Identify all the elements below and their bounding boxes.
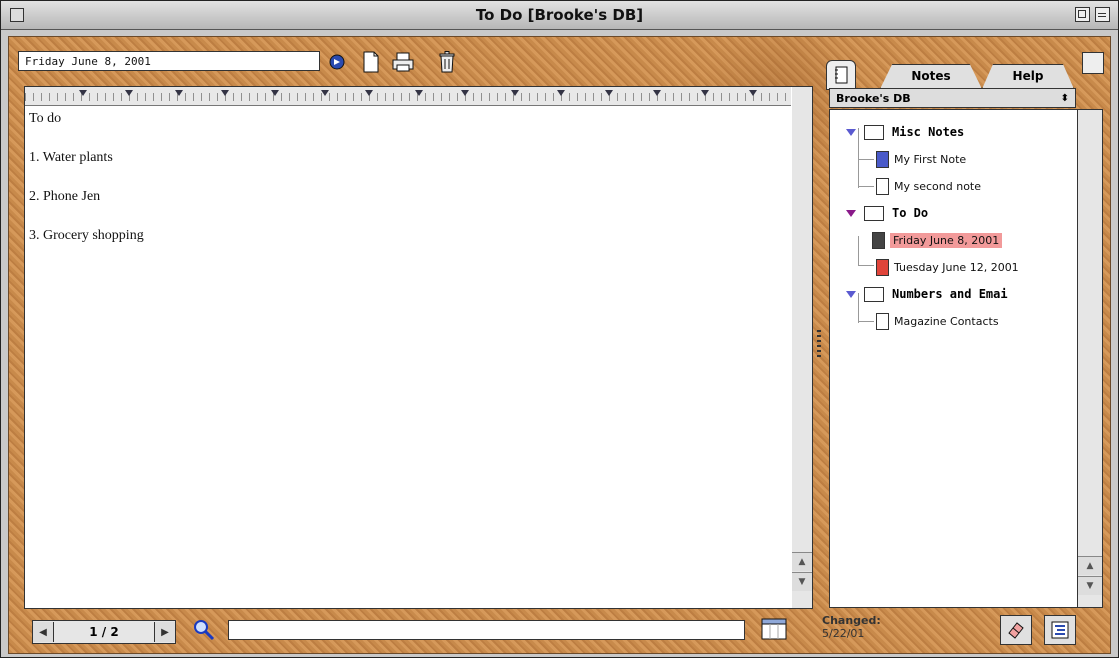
database-selector[interactable]: Brooke's DB ⬍ — [829, 88, 1076, 108]
disclosure-triangle-icon[interactable] — [846, 290, 856, 298]
scroll-up-arrow-icon[interactable]: ▲ — [1078, 556, 1102, 575]
folder-icon — [864, 286, 884, 302]
ruler-tab-stop[interactable] — [749, 90, 757, 96]
ruler-tab-stop[interactable] — [321, 90, 329, 96]
tree-folder[interactable]: Numbers and Emai — [846, 285, 1008, 303]
page-navigator: ◀ 1 / 2 ▶ — [32, 620, 176, 644]
changed-date: 5/22/01 — [822, 627, 865, 640]
tree-line — [858, 159, 874, 160]
zoom-box[interactable] — [1075, 7, 1090, 22]
ruler-tab-stop[interactable] — [557, 90, 565, 96]
ruler-tab-stop[interactable] — [511, 90, 519, 96]
tree-note[interactable]: Magazine Contacts — [876, 312, 999, 330]
page-indicator: 1 / 2 — [89, 625, 119, 639]
sidebar-scrollbar[interactable]: ▲ ▼ — [1078, 109, 1103, 608]
note-line: 1. Water plants — [29, 150, 113, 165]
note-document-icon — [876, 150, 889, 168]
tab-help[interactable]: Help — [982, 64, 1074, 89]
search-input[interactable] — [228, 620, 745, 640]
folder-label: Numbers and Emai — [892, 287, 1008, 301]
search-icon[interactable] — [192, 618, 216, 642]
ruler-tab-stop[interactable] — [653, 90, 661, 96]
ruler-tab-stop[interactable] — [605, 90, 613, 96]
ruler-tab-stop[interactable] — [365, 90, 373, 96]
note-title-field[interactable]: Friday June 8, 2001 — [18, 51, 320, 71]
database-name: Brooke's DB — [836, 92, 911, 105]
ruler-tab-stop[interactable] — [461, 90, 469, 96]
calendar-icon[interactable] — [760, 617, 790, 641]
tree-folder[interactable]: Misc Notes — [846, 123, 964, 141]
eraser-icon — [1008, 622, 1024, 639]
ruler-indent-marker[interactable] — [79, 90, 87, 96]
note-line: 2. Phone Jen — [29, 189, 101, 204]
ruler-ticks — [25, 93, 791, 101]
note-editor[interactable]: To do 1. Water plants 2. Phone Jen 3. Gr… — [24, 86, 794, 609]
eraser-button[interactable] — [1000, 615, 1032, 645]
new-note-icon[interactable] — [360, 50, 382, 74]
tree-note[interactable]: Tuesday June 12, 2001 — [876, 258, 1019, 276]
updown-arrows-icon: ⬍ — [1060, 93, 1069, 104]
edited-note-icon — [872, 231, 885, 249]
notes-tree[interactable]: Misc Notes My First Note My second note … — [829, 109, 1078, 608]
changed-info: Changed: 5/22/01 — [822, 614, 881, 640]
scroll-down-arrow-icon[interactable]: ▼ — [1078, 576, 1102, 595]
note-document-icon — [876, 177, 889, 195]
title-bar[interactable]: To Do [Brooke's DB] — [1, 1, 1118, 30]
scroll-up-arrow-icon[interactable]: ▲ — [792, 552, 812, 571]
tree-note[interactable]: My second note — [876, 177, 981, 195]
note-text[interactable]: To do 1. Water plants 2. Phone Jen 3. Gr… — [29, 109, 789, 265]
outline-view-button[interactable] — [1044, 615, 1076, 645]
editor-scrollbar[interactable]: ▲ ▼ — [792, 86, 813, 609]
notebook-tab-icon[interactable] — [826, 60, 856, 90]
previous-page-button[interactable]: ◀ — [33, 622, 54, 642]
disclosure-triangle-icon[interactable] — [846, 209, 856, 217]
ruler[interactable] — [25, 87, 791, 106]
note-label: My First Note — [894, 152, 967, 166]
print-icon[interactable] — [392, 50, 414, 74]
ruler-tab-stop[interactable] — [415, 90, 423, 96]
folder-icon — [864, 205, 884, 221]
note-label: Tuesday June 12, 2001 — [894, 260, 1019, 274]
tree-note-selected[interactable]: Friday June 8, 2001 — [872, 231, 1003, 249]
ruler-tab-stop[interactable] — [125, 90, 133, 96]
go-arrow-icon[interactable] — [326, 50, 348, 74]
tree-note[interactable]: My First Note — [876, 150, 966, 168]
tab-notes[interactable]: Notes — [880, 64, 982, 89]
ruler-tab-stop[interactable] — [175, 90, 183, 96]
note-document-icon — [876, 312, 889, 330]
tree-line — [858, 186, 874, 187]
note-line: To do — [29, 111, 62, 126]
folder-icon — [864, 124, 884, 140]
collapse-box[interactable] — [1095, 7, 1110, 22]
tree-line — [858, 265, 874, 266]
note-label: Magazine Contacts — [894, 314, 999, 328]
next-page-button[interactable]: ▶ — [154, 622, 175, 642]
ruler-tab-stop[interactable] — [221, 90, 229, 96]
tree-line — [858, 321, 874, 322]
ruler-tab-stop[interactable] — [701, 90, 709, 96]
pane-splitter[interactable] — [817, 330, 821, 358]
ruler-tab-stop[interactable] — [271, 90, 279, 96]
sidebar-toggle-button[interactable] — [1082, 52, 1104, 74]
changed-label: Changed: — [822, 614, 881, 627]
disclosure-triangle-icon[interactable] — [846, 128, 856, 136]
window-title: To Do [Brooke's DB] — [475, 6, 644, 24]
folder-label: To Do — [892, 206, 929, 220]
note-document-icon — [876, 258, 889, 276]
trash-icon[interactable] — [436, 50, 458, 74]
note-label: My second note — [894, 179, 982, 193]
tree-folder[interactable]: To Do — [846, 204, 928, 222]
folder-label: Misc Notes — [892, 125, 965, 139]
note-line: 3. Grocery shopping — [29, 228, 144, 243]
tree-line — [858, 236, 859, 266]
outline-list-icon — [1051, 621, 1069, 639]
note-label: Friday June 8, 2001 — [890, 232, 1003, 248]
scroll-down-arrow-icon[interactable]: ▼ — [792, 572, 812, 591]
